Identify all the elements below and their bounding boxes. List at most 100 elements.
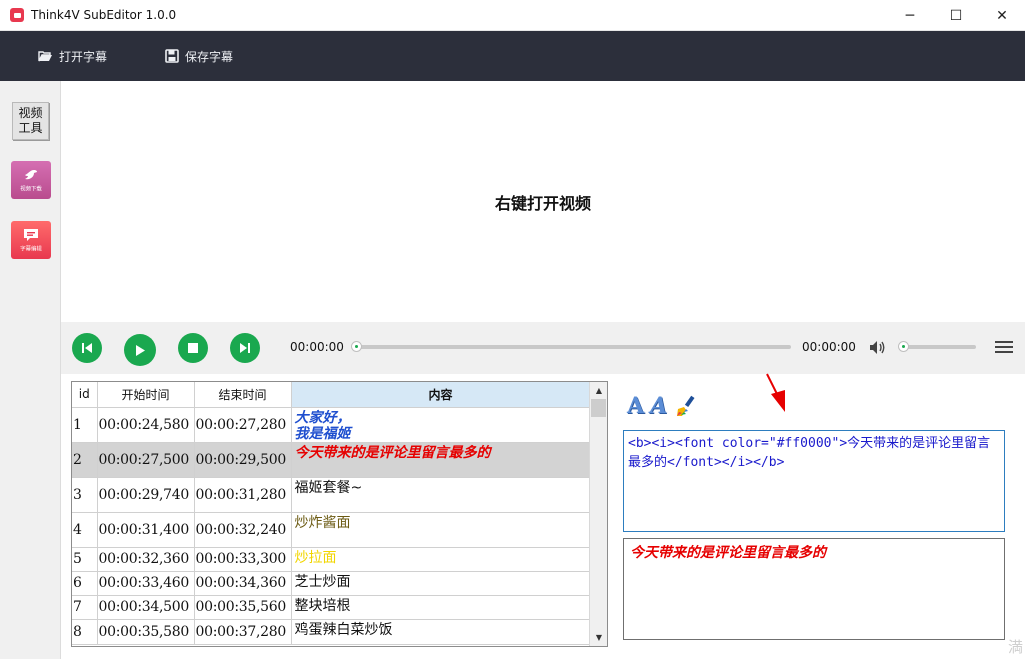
- row-content-cell[interactable]: 炒拉面: [291, 547, 591, 572]
- minimize-button[interactable]: ─: [887, 0, 933, 31]
- row-id-cell[interactable]: 3: [72, 477, 98, 513]
- row-content-cell[interactable]: 鸡蛋辣白菜炒饭: [291, 619, 591, 645]
- stop-button[interactable]: [178, 333, 208, 363]
- volume-icon[interactable]: [869, 340, 886, 355]
- video-canvas[interactable]: 右键打开视频: [61, 81, 1025, 322]
- column-header-start[interactable]: 开始时间: [97, 382, 195, 408]
- play-button[interactable]: [124, 334, 156, 366]
- maximize-button[interactable]: ☐: [933, 0, 979, 31]
- color-brush-icon[interactable]: [673, 393, 699, 419]
- window-controls: ─ ☐ ✕: [887, 0, 1025, 31]
- video-tools-button[interactable]: 视频 工具: [12, 102, 49, 140]
- row-id-cell[interactable]: 5: [72, 547, 98, 572]
- scroll-up-icon[interactable]: ▲: [590, 382, 607, 399]
- progress-slider[interactable]: [351, 341, 791, 352]
- table-row[interactable]: 6 00:00:33,460 00:00:34,360 芝士炒面: [72, 571, 591, 596]
- volume-handle[interactable]: [898, 341, 909, 352]
- toolbar: 打开字幕 保存字幕: [0, 31, 1025, 81]
- player-controls: 00:00:00 00:00:00: [61, 322, 1025, 374]
- row-end-cell[interactable]: 00:00:27,280: [194, 407, 292, 443]
- row-start-cell[interactable]: 00:00:35,580: [97, 619, 195, 645]
- row-end-cell[interactable]: 00:00:35,560: [194, 595, 292, 620]
- italic-format-icon[interactable]: A: [650, 393, 667, 419]
- open-subtitle-button[interactable]: 打开字幕: [38, 48, 107, 65]
- title-bar: Think4V SubEditor 1.0.0 ─ ☐ ✕: [0, 0, 1025, 31]
- watermark-text: 満: [1007, 638, 1023, 656]
- table-row[interactable]: 1 00:00:24,580 00:00:27,280 大家好， 我是福姬: [72, 407, 591, 443]
- row-id-cell[interactable]: 2: [72, 442, 98, 478]
- folder-open-icon: [38, 51, 52, 62]
- video-hint-text: 右键打开视频: [494, 193, 591, 213]
- row-start-cell[interactable]: 00:00:24,580: [97, 407, 195, 443]
- next-button[interactable]: [230, 333, 260, 363]
- skip-forward-icon: [240, 343, 250, 353]
- subtitle-grid: id 开始时间 结束时间 内容 1 00:00:24,580 00:00:27,28…: [71, 381, 608, 647]
- row-end-cell[interactable]: 00:00:37,280: [194, 619, 292, 645]
- subtitle-edit-button[interactable]: 字幕编辑: [11, 221, 51, 259]
- menu-icon[interactable]: [995, 340, 1013, 354]
- row-start-cell[interactable]: 00:00:32,360: [97, 547, 195, 572]
- save-icon: [165, 49, 179, 63]
- table-row[interactable]: 4 00:00:31,400 00:00:32,240 炒炸酱面: [72, 512, 591, 548]
- current-time: 00:00:00: [290, 340, 344, 354]
- row-end-cell[interactable]: 00:00:34,360: [194, 571, 292, 596]
- column-header-id[interactable]: id: [72, 382, 98, 408]
- left-sidebar: 视频 工具 视频下载 字幕编辑: [0, 81, 61, 659]
- row-id-cell[interactable]: 6: [72, 571, 98, 596]
- bird-icon: [25, 169, 37, 179]
- scroll-thumb[interactable]: [591, 399, 606, 417]
- save-subtitle-button[interactable]: 保存字幕: [165, 48, 233, 65]
- window-title: Think4V SubEditor 1.0.0: [31, 8, 177, 22]
- skip-back-icon: [82, 343, 92, 353]
- row-content-cell[interactable]: 炒炸酱面: [291, 512, 591, 548]
- row-content-cell[interactable]: 大家好， 我是福姬: [291, 407, 591, 443]
- row-content-cell[interactable]: 整块培根: [291, 595, 591, 620]
- stop-icon: [188, 343, 198, 353]
- row-content-cell[interactable]: 今天带来的是评论里留言最多的: [291, 442, 591, 478]
- table-row[interactable]: 7 00:00:34,500 00:00:35,560 整块培根: [72, 595, 591, 620]
- table-header-row: id 开始时间 结束时间 内容: [72, 382, 591, 408]
- column-header-content[interactable]: 内容: [291, 382, 591, 408]
- row-content-cell[interactable]: 福姬套餐~: [291, 477, 591, 513]
- row-start-cell[interactable]: 00:00:27,500: [97, 442, 195, 478]
- table-row[interactable]: 3 00:00:29,740 00:00:31,280 福姬套餐~: [72, 477, 591, 513]
- column-header-end[interactable]: 结束时间: [194, 382, 292, 408]
- scroll-down-icon[interactable]: ▼: [590, 629, 607, 646]
- volume-slider[interactable]: [898, 341, 976, 352]
- row-end-cell[interactable]: 00:00:31,280: [194, 477, 292, 513]
- progress-handle[interactable]: [351, 341, 362, 352]
- video-download-button[interactable]: 视频下载: [11, 161, 51, 199]
- subtitle-table: id 开始时间 结束时间 内容 1 00:00:24,580 00:00:27,28…: [72, 382, 591, 645]
- open-subtitle-label: 打开字幕: [59, 49, 108, 64]
- subtitle-edit-label: 字幕编辑: [20, 245, 42, 253]
- row-id-cell[interactable]: 4: [72, 512, 98, 548]
- previous-button[interactable]: [72, 333, 102, 363]
- table-row[interactable]: 5 00:00:32,360 00:00:33,300 炒拉面: [72, 547, 591, 572]
- row-start-cell[interactable]: 00:00:33,460: [97, 571, 195, 596]
- subtitle-code-editor[interactable]: <b><i><font color="#ff0000">今天带来的是评论里留言最…: [623, 430, 1005, 532]
- row-start-cell[interactable]: 00:00:29,740: [97, 477, 195, 513]
- table-row[interactable]: 8 00:00:35,580 00:00:37,280 鸡蛋辣白菜炒饭: [72, 619, 591, 645]
- row-id-cell[interactable]: 1: [72, 407, 98, 443]
- table-row[interactable]: 2 00:00:27,500 00:00:29,500 今天带来的是评论里留言最多的: [72, 442, 591, 478]
- save-subtitle-label: 保存字幕: [185, 49, 234, 64]
- row-start-cell[interactable]: 00:00:31,400: [97, 512, 195, 548]
- row-content-cell[interactable]: 芝士炒面: [291, 571, 591, 596]
- table-body: 1 00:00:24,580 00:00:27,280 大家好， 我是福姬 2 00:00…: [72, 407, 591, 645]
- video-download-label: 视频下载: [20, 185, 42, 193]
- row-end-cell[interactable]: 00:00:33,300: [194, 547, 292, 572]
- row-end-cell[interactable]: 00:00:29,500: [194, 442, 292, 478]
- subtitle-preview: 今天带来的是评论里留言最多的: [623, 538, 1005, 640]
- chat-bubble-icon: [24, 228, 38, 241]
- row-id-cell[interactable]: 8: [72, 619, 98, 645]
- format-toolbar: A A: [627, 393, 699, 419]
- total-time: 00:00:00: [802, 340, 856, 354]
- row-id-cell[interactable]: 7: [72, 595, 98, 620]
- bold-format-icon[interactable]: A: [627, 393, 644, 419]
- close-button[interactable]: ✕: [979, 0, 1025, 31]
- app-logo-icon: [10, 8, 24, 22]
- row-start-cell[interactable]: 00:00:34,500: [97, 595, 195, 620]
- table-scrollbar[interactable]: ▲ ▼: [589, 382, 607, 646]
- row-end-cell[interactable]: 00:00:32,240: [194, 512, 292, 548]
- play-icon: [136, 344, 145, 356]
